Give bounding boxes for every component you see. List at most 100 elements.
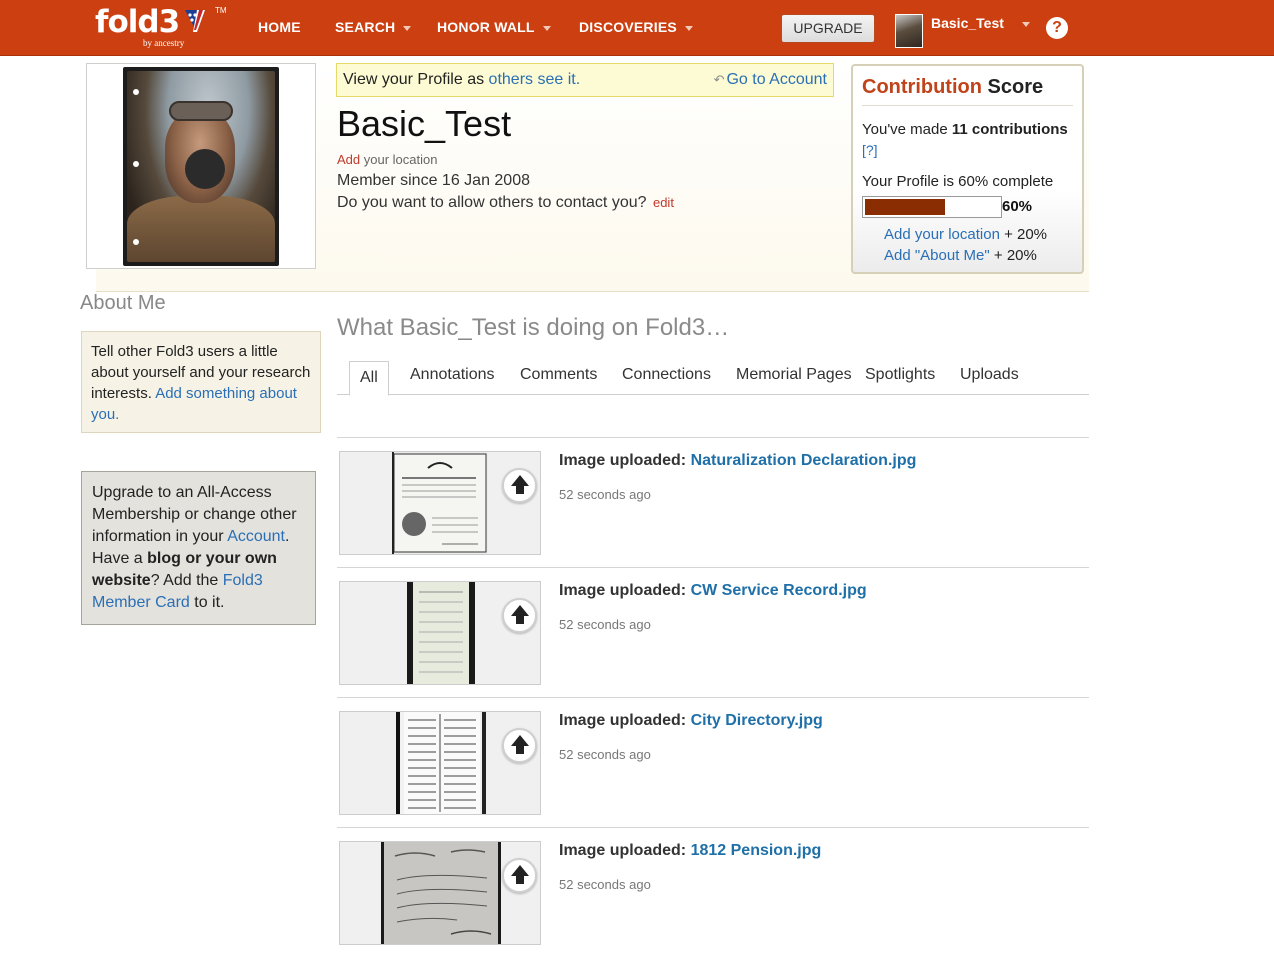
upload-thumbnail[interactable] (339, 581, 541, 685)
document-thumbnail-icon (407, 582, 475, 684)
binder-hole (133, 161, 139, 167)
score-title-score: Score (981, 76, 1044, 98)
add-location: Add your location (337, 152, 437, 167)
tab-uploads[interactable]: Uploads (960, 366, 1019, 384)
about-me-heading: About Me (80, 292, 166, 314)
upload-arrow-icon[interactable] (502, 598, 537, 633)
nav-discoveries[interactable]: DISCOVERIES (579, 19, 693, 35)
activity-item: Image uploaded: City Directory.jpg 52 se… (337, 697, 1089, 827)
activity-item: Image uploaded: 1812 Pension.jpg 52 seco… (337, 827, 1089, 953)
activity-prefix: Image uploaded: (559, 842, 691, 859)
contribution-score-title: Contribution Score (862, 76, 1073, 106)
document-thumbnail-icon (396, 712, 486, 814)
activity-timestamp: 52 seconds ago (559, 747, 651, 762)
activity-description: Image uploaded: Naturalization Declarati… (559, 452, 916, 470)
activity-timestamp: 52 seconds ago (559, 487, 651, 502)
upload-title-link[interactable]: City Directory.jpg (691, 712, 823, 729)
upload-title-link[interactable]: 1812 Pension.jpg (691, 842, 822, 859)
contributions-count: You've made 11 contributions (862, 121, 1068, 138)
progress-percent: 60% (1002, 198, 1033, 215)
upload-title-link[interactable]: Naturalization Declaration.jpg (691, 452, 917, 469)
score-help-link[interactable]: [?] (862, 142, 878, 158)
nav-search[interactable]: SEARCH (335, 19, 412, 35)
logo-wordmark: fold3 (95, 4, 180, 40)
contact-edit-link[interactable]: edit (653, 195, 674, 210)
add-location-link[interactable]: Add (337, 152, 360, 167)
portrait-mask (185, 149, 225, 189)
logo-by-ancestry: by ancestry (143, 38, 185, 48)
about-me-box: Tell other Fold3 users a little about yo… (81, 331, 321, 433)
view-profile-bar: View your Profile as others see it. ↶ Go … (336, 63, 834, 97)
top-navigation-bar: fold3 TM by ancestry HOME SEARCH HONOR W… (0, 0, 1274, 56)
tab-all[interactable]: All (349, 361, 389, 396)
profile-name: Basic_Test (337, 103, 512, 144)
portrait-goggles (169, 101, 233, 121)
nav-honor-wall-label: HONOR WALL (437, 19, 535, 35)
profile-photo-frame (86, 63, 316, 269)
activity-description: Image uploaded: CW Service Record.jpg (559, 582, 867, 600)
activity-timestamp: 52 seconds ago (559, 877, 651, 892)
suggestion-value: + 20% (989, 247, 1037, 264)
document-thumbnail-icon (381, 842, 501, 944)
tab-connections[interactable]: Connections (622, 366, 711, 384)
upgrade-info-box: Upgrade to an All-Access Membership or c… (81, 471, 316, 625)
profile-photo[interactable] (123, 67, 279, 266)
user-avatar[interactable] (895, 14, 923, 48)
activity-item: Image uploaded: CW Service Record.jpg 52… (337, 567, 1089, 697)
view-profile-prefix: View your Profile as (343, 71, 489, 88)
add-about-me-suggestion-link[interactable]: Add "About Me" (884, 247, 990, 264)
activity-description: Image uploaded: City Directory.jpg (559, 712, 823, 730)
activity-tabs: All Annotations Comments Connections Mem… (337, 356, 1089, 396)
contact-question: Do you want to allow others to contact y… (337, 194, 647, 211)
tab-spotlights[interactable]: Spotlights (865, 366, 935, 384)
fold3-logo[interactable]: fold3 TM by ancestry (95, 4, 227, 52)
profile-completeness: Your Profile is 60% complete (862, 173, 1054, 190)
nav-search-label: SEARCH (335, 19, 396, 35)
help-icon[interactable]: ? (1046, 17, 1068, 39)
nav-discoveries-label: DISCOVERIES (579, 19, 677, 35)
upload-arrow-icon[interactable] (502, 858, 537, 893)
aviator-portrait-image (127, 71, 275, 262)
add-location-text: your location (360, 152, 438, 167)
activity-timestamp: 52 seconds ago (559, 617, 651, 632)
back-arrow-icon: ↶ (713, 72, 725, 87)
suggestion-add-location: Add your location + 20% (884, 226, 1047, 243)
activity-item: Image uploaded: Naturalization Declarati… (337, 437, 1089, 567)
view-as-others-link[interactable]: others see it. (489, 71, 581, 88)
document-thumbnail-icon (392, 452, 488, 554)
flag-icon (185, 10, 205, 32)
upload-thumbnail[interactable] (339, 841, 541, 945)
upgrade-text-3: ? Add the (150, 572, 223, 589)
upload-arrow-icon[interactable] (502, 728, 537, 763)
activity-prefix: Image uploaded: (559, 712, 691, 729)
go-to-account-link[interactable]: ↶ Go to Account (714, 71, 827, 89)
tab-memorial-pages[interactable]: Memorial Pages (736, 366, 852, 384)
user-menu-name[interactable]: Basic_Test (931, 15, 1004, 31)
score-title-contribution: Contribution (862, 76, 982, 98)
upload-thumbnail[interactable] (339, 711, 541, 815)
portrait-coat (127, 196, 275, 262)
tab-comments[interactable]: Comments (520, 366, 597, 384)
activity-description: Image uploaded: 1812 Pension.jpg (559, 842, 821, 860)
chevron-down-icon (542, 25, 551, 31)
chevron-down-icon[interactable] (1022, 22, 1030, 27)
chevron-down-icon (684, 25, 693, 31)
contributions-prefix: You've made (862, 121, 952, 138)
nav-home-label: HOME (258, 19, 301, 35)
nav-home[interactable]: HOME (258, 19, 301, 35)
go-to-account-label: Go to Account (726, 71, 827, 88)
upgrade-button[interactable]: UPGRADE (781, 14, 875, 43)
account-link[interactable]: Account (227, 528, 285, 545)
add-location-suggestion-link[interactable]: Add your location (884, 226, 1000, 243)
tab-annotations[interactable]: Annotations (410, 366, 495, 384)
activity-prefix: Image uploaded: (559, 582, 691, 599)
upload-title-link[interactable]: CW Service Record.jpg (691, 582, 867, 599)
binder-hole (133, 239, 139, 245)
upload-arrow-icon[interactable] (502, 468, 537, 503)
upload-thumbnail[interactable] (339, 451, 541, 555)
nav-honor-wall[interactable]: HONOR WALL (437, 19, 551, 35)
progress-fill (865, 199, 946, 215)
logo-trademark: TM (215, 6, 227, 15)
activity-heading: What Basic_Test is doing on Fold3… (337, 314, 730, 341)
upgrade-text-4: to it. (189, 594, 225, 611)
